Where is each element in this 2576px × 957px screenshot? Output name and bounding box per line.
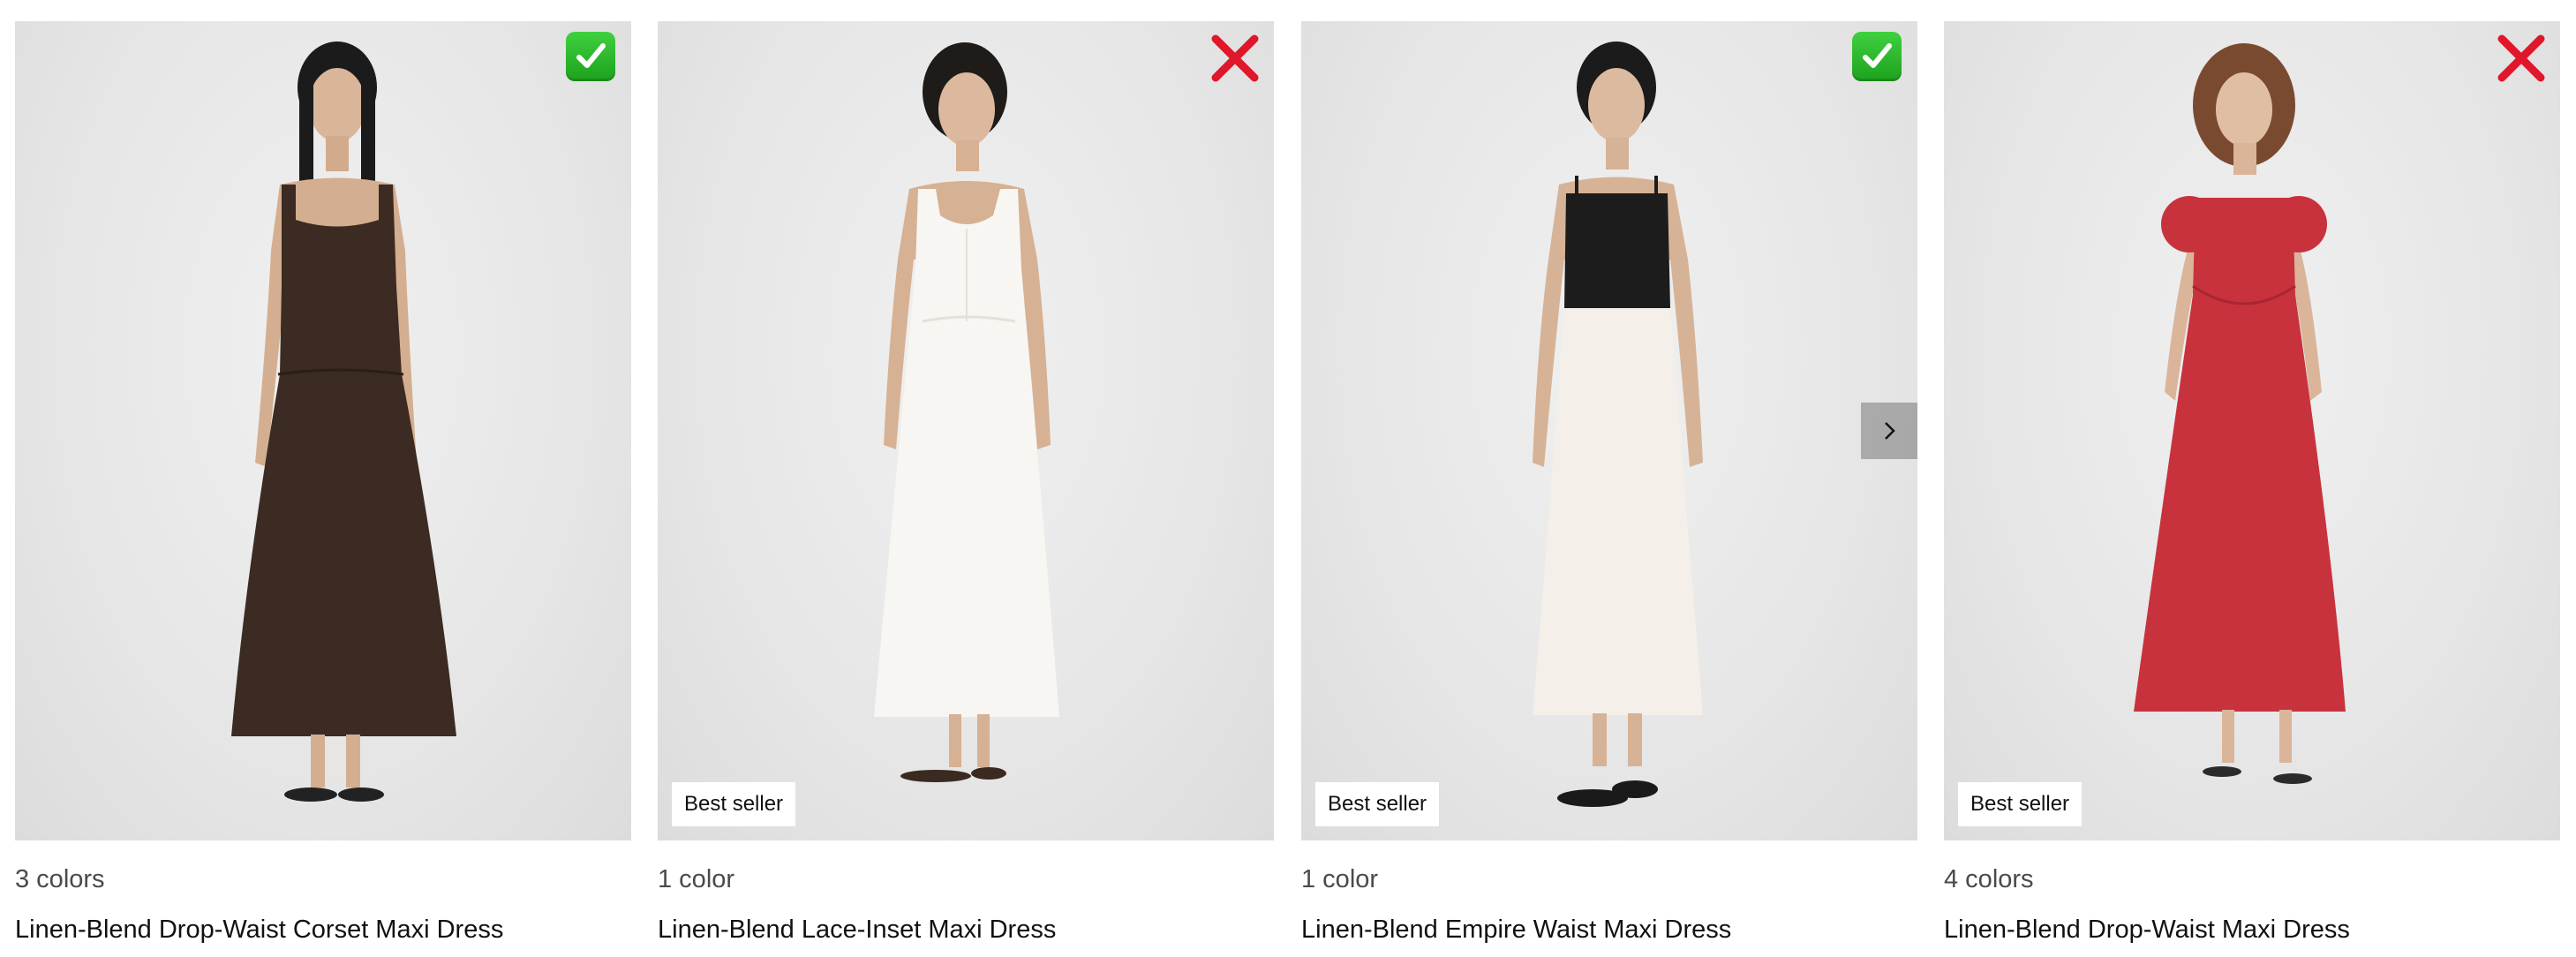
status-mark	[1209, 32, 1262, 85]
product-title[interactable]: Linen-Blend Lace-Inset Maxi Dress	[658, 914, 1274, 946]
next-image-button[interactable]	[1861, 403, 1917, 459]
product-card[interactable]: Best seller 1 color Linen-Blend Lace-Ins…	[658, 21, 1274, 946]
product-card[interactable]: 3 colors Linen-Blend Drop-Waist Corset M…	[15, 21, 631, 946]
product-image[interactable]: Best seller	[1944, 21, 2560, 840]
product-card[interactable]: Best seller 4 colors Linen-Blend Drop-Wa…	[1944, 21, 2560, 946]
color-count: 1 color	[658, 865, 735, 893]
product-title[interactable]: Linen-Blend Drop-Waist Corset Maxi Dress	[15, 914, 631, 946]
product-card[interactable]: Best seller 1 color Linen-Blend Empire W…	[1301, 21, 1917, 946]
product-image[interactable]	[15, 21, 631, 840]
status-mark	[566, 32, 619, 85]
model-photo	[2134, 43, 2346, 784]
check-mark-icon	[1852, 32, 1902, 81]
best-seller-badge: Best seller	[1958, 782, 2083, 826]
product-title[interactable]: Linen-Blend Empire Waist Maxi Dress	[1301, 914, 1917, 946]
color-count: 1 color	[1301, 865, 1379, 893]
chevron-right-icon	[1885, 422, 1895, 440]
status-mark	[2495, 32, 2548, 85]
model-photo	[231, 41, 456, 802]
product-image[interactable]: Best seller	[1301, 21, 1917, 840]
cross-mark-icon	[1211, 34, 1259, 82]
product-image[interactable]: Best seller	[658, 21, 1274, 840]
check-mark-icon	[566, 32, 615, 81]
color-count: 3 colors	[15, 865, 105, 893]
color-count: 4 colors	[1944, 865, 2034, 893]
model-photo	[874, 42, 1059, 782]
best-seller-badge: Best seller	[672, 782, 796, 826]
status-mark	[1852, 32, 1905, 85]
product-title[interactable]: Linen-Blend Drop-Waist Maxi Dress	[1944, 914, 2560, 946]
best-seller-badge: Best seller	[1315, 782, 1440, 826]
model-photo	[1533, 41, 1703, 807]
cross-mark-icon	[2497, 34, 2545, 82]
